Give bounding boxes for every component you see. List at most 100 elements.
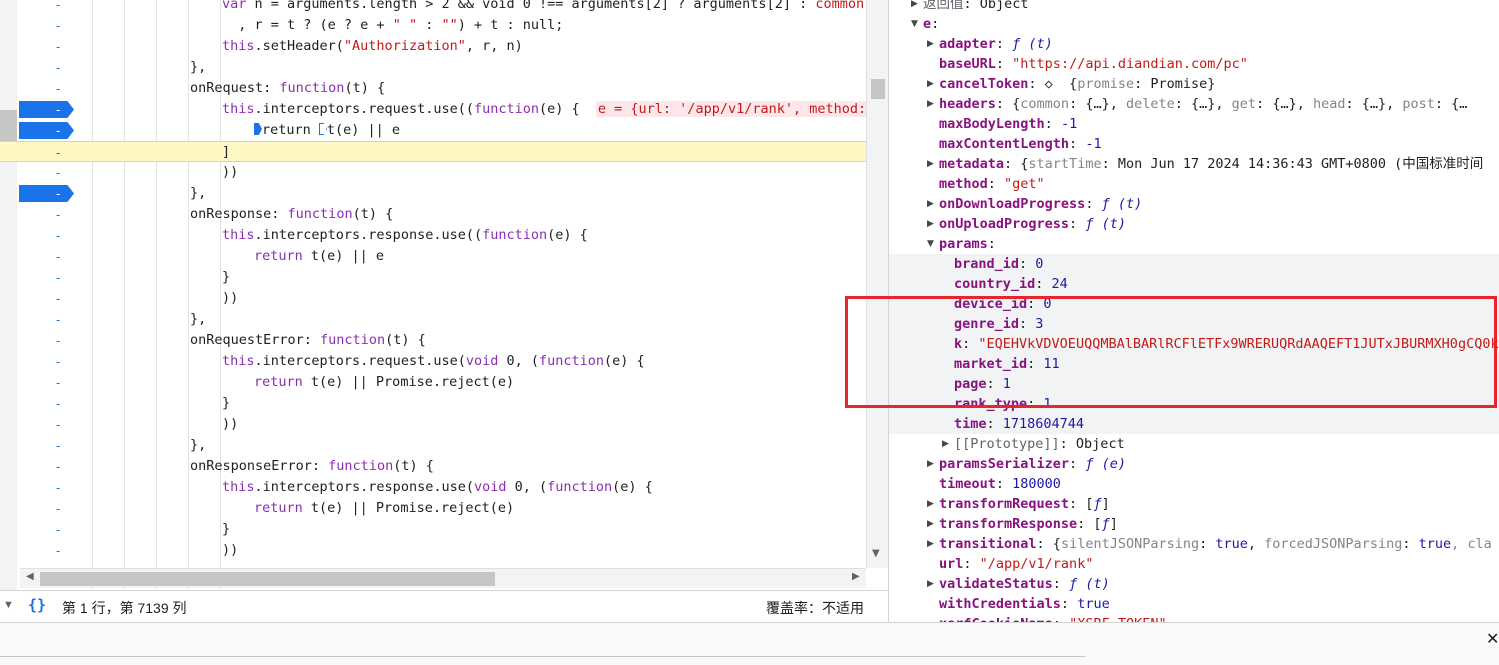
scope-row[interactable]: ▶ cancelToken: ◇ {promise: Promise} (889, 74, 1499, 94)
paused-code-line[interactable]: -] (0, 141, 866, 162)
code-line[interactable]: -)) (0, 162, 866, 183)
scope-row[interactable]: k: "EQEHVkVDVOEUQQMBAlBARlRCFlETFx9WRERU… (889, 334, 1499, 354)
collapse-arrow-icon[interactable]: ▼ (911, 14, 921, 34)
expand-arrow-icon[interactable]: ▶ (927, 74, 937, 94)
scope-row[interactable]: ▶ adapter: ƒ (t) (889, 34, 1499, 54)
gutter-symbol[interactable]: - (56, 435, 68, 456)
gutter-symbol[interactable]: - (56, 246, 68, 267)
gutter-symbol[interactable]: - (56, 393, 68, 414)
scope-row[interactable]: ▶ [[Prototype]]: Object (889, 434, 1499, 454)
editor-vertical-scrollbar[interactable]: ▼ (866, 0, 888, 568)
gutter-symbol[interactable]: - (56, 540, 68, 561)
expand-arrow-icon[interactable]: ▶ (927, 454, 937, 474)
scope-row[interactable]: page: 1 (889, 374, 1499, 394)
code-line[interactable]: - return t(e) || Promise.reject(e) (0, 372, 866, 393)
gutter-symbol[interactable]: - (56, 225, 68, 246)
scope-row[interactable]: time: 1718604744 (889, 414, 1499, 434)
code-line[interactable]: -} (0, 267, 866, 288)
editor-horizontal-scroll-thumb[interactable] (40, 572, 495, 586)
expand-arrow-icon[interactable]: ▶ (927, 194, 937, 214)
expand-arrow-icon[interactable]: ▶ (927, 94, 937, 114)
scope-row[interactable]: ▶ validateStatus: ƒ (t) (889, 574, 1499, 594)
scope-row[interactable]: ▶ onUploadProgress: ƒ (t) (889, 214, 1499, 234)
code-line[interactable]: -}, (0, 183, 866, 204)
expand-arrow-icon[interactable]: ▶ (942, 434, 952, 454)
breakpoint-marker[interactable]: - (19, 185, 74, 202)
code-line[interactable]: - this.interceptors.request.use(void 0, (… (0, 351, 866, 372)
code-line[interactable]: - onRequest: function(t) { (0, 78, 866, 99)
gutter-symbol[interactable]: - (56, 204, 68, 225)
scope-row[interactable]: url: "/app/v1/rank" (889, 554, 1499, 574)
gutter-symbol[interactable]: - (56, 267, 68, 288)
drawer-toggle-arrow-icon[interactable]: ▼ (3, 599, 14, 611)
editor-horizontal-scrollbar[interactable]: ◀ ▶ (20, 568, 866, 588)
gutter-symbol[interactable]: - (56, 15, 68, 36)
expand-arrow-icon[interactable]: ▶ (927, 494, 937, 514)
gutter-symbol[interactable]: - (56, 162, 68, 183)
scroll-right-arrow-icon[interactable]: ▶ (852, 571, 860, 582)
code-line[interactable]: - onRequestError: function(t) { (0, 330, 866, 351)
gutter-symbol[interactable]: - (56, 0, 68, 15)
inline-breakpoint-icon[interactable] (254, 123, 262, 135)
scope-row[interactable]: ▼ params: (889, 234, 1499, 254)
collapse-arrow-icon[interactable]: ▼ (927, 234, 937, 254)
code-line[interactable]: -)) (0, 288, 866, 309)
code-line[interactable]: -)) (0, 540, 866, 561)
code-line[interactable]: -)) (0, 414, 866, 435)
code-line[interactable]: -} (0, 393, 866, 414)
scope-row[interactable]: ▶ paramsSerializer: ƒ (e) (889, 454, 1499, 474)
gutter-symbol[interactable]: - (56, 142, 68, 163)
pretty-print-button[interactable]: {} (28, 596, 46, 614)
scope-row[interactable]: maxBodyLength: -1 (889, 114, 1499, 134)
scope-row[interactable]: ▶ transformRequest: [ƒ] (889, 494, 1499, 514)
gutter-symbol[interactable]: - (56, 477, 68, 498)
scroll-left-arrow-icon[interactable]: ◀ (26, 571, 34, 582)
code-line[interactable]: - , r = t ? (e ? e + " " : "") + t : nul… (0, 15, 866, 36)
close-icon[interactable]: ✕ (1486, 629, 1499, 648)
gutter-symbol[interactable]: - (56, 498, 68, 519)
expand-arrow-icon[interactable]: ▶ (927, 514, 937, 534)
editor-vertical-scroll-thumb[interactable] (871, 79, 885, 99)
scope-row[interactable]: ▶ onDownloadProgress: ƒ (t) (889, 194, 1499, 214)
scroll-down-arrow-icon[interactable]: ▼ (872, 548, 880, 559)
breakpoint-marker[interactable]: - (19, 101, 74, 118)
scope-row[interactable]: genre_id: 3 (889, 314, 1499, 334)
scope-row[interactable]: xsrfCookieName: "XSRF-TOKEN" (889, 614, 1499, 622)
source-editor[interactable]: - var n = arguments.length > 2 && void 0 … (0, 0, 888, 590)
code-line[interactable]: -}, (0, 309, 866, 330)
expand-arrow-icon[interactable]: ▶ (927, 574, 937, 594)
scope-row[interactable]: ▶ 返回值: Object (889, 0, 1499, 14)
expand-arrow-icon[interactable]: ▶ (927, 154, 937, 174)
code-line[interactable]: - return t(e) || e (0, 120, 866, 141)
code-line[interactable]: - return t(e) || e (0, 246, 866, 267)
scope-row[interactable]: maxContentLength: -1 (889, 134, 1499, 154)
code-line[interactable]: - this.setHeader("Authorization", r, n) (0, 36, 866, 57)
gutter-symbol[interactable]: - (56, 372, 68, 393)
code-line[interactable]: - onResponseError: function(t) { (0, 456, 866, 477)
code-line[interactable]: - this.interceptors.response.use(void 0, … (0, 477, 866, 498)
scope-row[interactable]: withCredentials: true (889, 594, 1499, 614)
scope-row[interactable]: brand_id: 0 (889, 254, 1499, 274)
code-line[interactable]: - this.interceptors.response.use((functio… (0, 225, 866, 246)
gutter-symbol[interactable]: - (56, 330, 68, 351)
gutter-symbol[interactable]: - (56, 414, 68, 435)
code-line[interactable]: -}, (0, 435, 866, 456)
scope-row[interactable]: ▶ transformResponse: [ƒ] (889, 514, 1499, 534)
expand-arrow-icon[interactable]: ▶ (927, 34, 937, 54)
scope-row[interactable]: ▶ metadata: {startTime: Mon Jun 17 2024 1… (889, 154, 1499, 174)
gutter-symbol[interactable]: - (56, 309, 68, 330)
scope-row[interactable]: baseURL: "https://api.diandian.com/pc" (889, 54, 1499, 74)
code-line[interactable]: - onResponse: function(t) { (0, 204, 866, 225)
scope-row[interactable]: device_id: 0 (889, 294, 1499, 314)
scope-row[interactable]: timeout: 180000 (889, 474, 1499, 494)
code-line[interactable]: - this.interceptors.request.use((function… (0, 99, 888, 120)
scope-row[interactable]: method: "get" (889, 174, 1499, 194)
gutter-symbol[interactable]: - (56, 351, 68, 372)
scope-row[interactable]: market_id: 11 (889, 354, 1499, 374)
gutter-symbol[interactable]: - (56, 57, 68, 78)
scope-row[interactable]: ▶ headers: {common: {…}, delete: {…}, get… (889, 94, 1499, 114)
scope-row[interactable]: ▶ transitional: {silentJSONParsing: true,… (889, 534, 1499, 554)
code-line[interactable]: -}, (0, 57, 866, 78)
scope-row[interactable]: rank_type: 1 (889, 394, 1499, 414)
code-line[interactable]: - return t(e) || Promise.reject(e) (0, 498, 866, 519)
